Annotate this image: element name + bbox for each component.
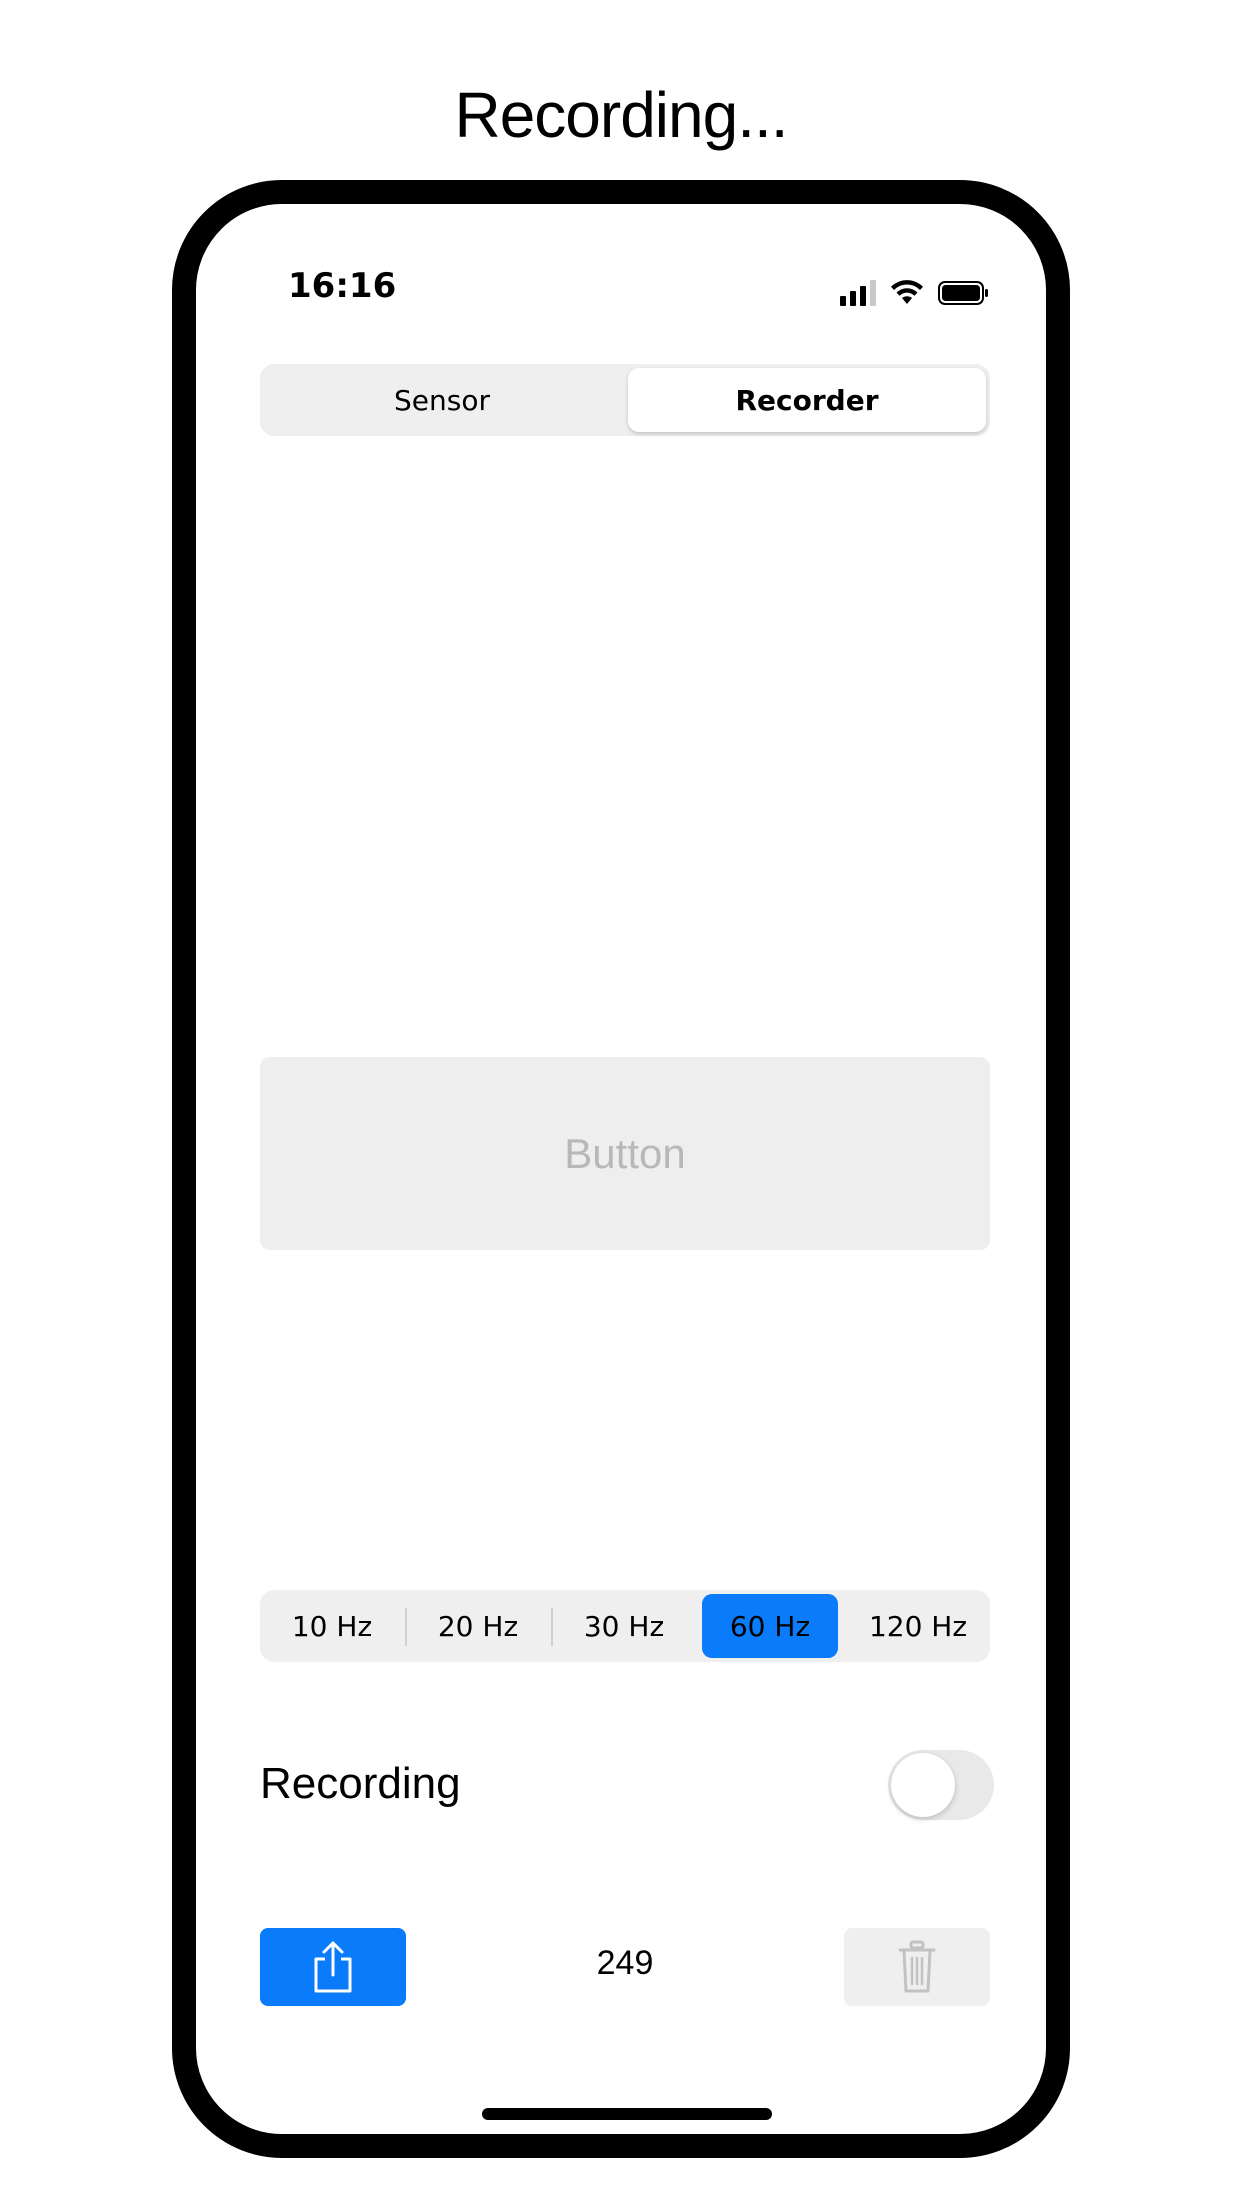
segment-divider <box>551 1608 553 1646</box>
trash-icon <box>898 1940 936 1993</box>
caption-title: Recording... <box>454 79 788 151</box>
mode-segmented-control: Sensor Recorder <box>260 364 990 436</box>
toggle-knob <box>891 1753 955 1817</box>
segment-divider <box>405 1608 407 1646</box>
segment-30hz[interactable]: 30 Hz <box>556 1594 692 1658</box>
recording-label: Recording <box>260 1759 461 1808</box>
status-time: 16:16 <box>288 266 397 306</box>
delete-button[interactable] <box>844 1928 990 2006</box>
share-icon <box>314 1941 352 1993</box>
battery-icon <box>938 281 988 305</box>
status-icons <box>840 276 990 306</box>
wifi-icon <box>891 280 923 304</box>
segment-10hz[interactable]: 10 Hz <box>264 1594 400 1658</box>
home-indicator[interactable] <box>482 2108 772 2120</box>
main-button[interactable]: Button <box>260 1057 990 1250</box>
recording-toggle[interactable] <box>888 1750 994 1820</box>
share-button[interactable] <box>260 1928 406 2006</box>
phone-frame: 16:16 Sensor Recorder Button 10 Hz 20 Hz… <box>172 180 1070 2158</box>
frequency-segmented-control: 10 Hz 20 Hz 30 Hz 60 Hz 120 Hz <box>260 1590 990 1662</box>
segment-20hz[interactable]: 20 Hz <box>410 1594 546 1658</box>
segment-sensor[interactable]: Sensor <box>264 368 620 432</box>
cellular-signal-icon <box>840 280 876 306</box>
segment-recorder[interactable]: Recorder <box>628 368 986 432</box>
record-count: 249 <box>596 1944 654 1982</box>
screen: Recording... 16:16 Sensor Recorder Butto… <box>0 0 1242 2208</box>
segment-60hz[interactable]: 60 Hz <box>702 1594 838 1658</box>
segment-120hz[interactable]: 120 Hz <box>850 1594 986 1658</box>
